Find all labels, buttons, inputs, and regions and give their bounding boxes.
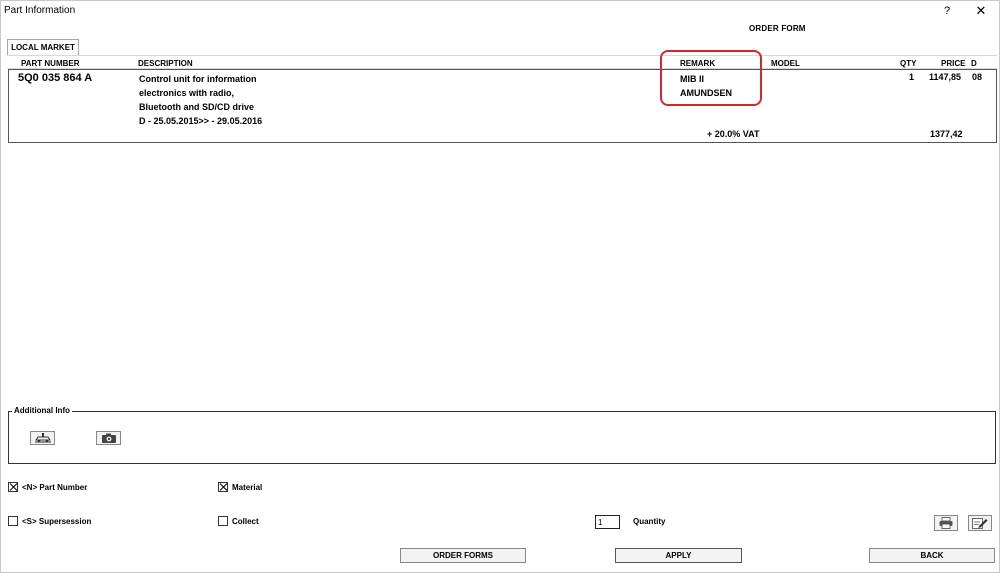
material-checkbox[interactable]	[218, 482, 228, 492]
collect-label: Collect	[232, 516, 259, 526]
vat-value: 1377,42	[930, 129, 963, 139]
description-line: electronics with radio,	[139, 88, 235, 98]
quantity-label: Quantity	[633, 517, 666, 526]
option-collect[interactable]: Collect	[218, 516, 259, 526]
supersession-label: <S> Supersession	[22, 516, 92, 526]
option-supersession[interactable]: <S> Supersession	[8, 516, 91, 526]
remark-highlight	[660, 50, 762, 106]
description-line: D - 25.05.2015>> - 29.05.2016	[139, 116, 263, 126]
option-material[interactable]: Material	[218, 482, 262, 492]
description-line: Bluetooth and SD/CD drive	[139, 102, 255, 112]
header-price: PRICE	[941, 59, 966, 68]
order-form-title: ORDER FORM	[749, 24, 806, 33]
grid-header: PART NUMBER DESCRIPTION REMARK MODEL QTY…	[7, 55, 997, 69]
parts-table-row[interactable]: 5Q0 035 864 A Control unit for informati…	[8, 69, 997, 143]
row-part-number: 5Q0 035 864 A	[18, 72, 93, 84]
print-button[interactable]	[934, 515, 958, 531]
description-line: Control unit for information	[139, 74, 257, 84]
back-button[interactable]: BACK	[869, 548, 995, 563]
edit-button[interactable]	[968, 515, 992, 531]
apply-button[interactable]: APPLY	[615, 548, 742, 563]
part-number-label: <N> Part Number	[22, 482, 88, 492]
header-model: MODEL	[771, 59, 800, 68]
camera-icon	[101, 433, 116, 443]
row-qty: 1	[909, 72, 915, 82]
edit-icon	[972, 518, 988, 529]
part-information-window: Part Information ? ✕ ORDER FORM LOCAL MA…	[0, 0, 1000, 573]
tab-local-market[interactable]: LOCAL MARKET	[7, 39, 79, 55]
additional-info-box	[8, 411, 996, 464]
header-d: D	[971, 59, 977, 68]
collect-checkbox[interactable]	[218, 516, 228, 526]
row-price: 1147,85	[929, 72, 962, 82]
vat-label: + 20.0% VAT	[707, 129, 760, 139]
close-button[interactable]: ✕	[964, 1, 998, 21]
order-forms-button[interactable]: ORDER FORMS	[400, 548, 526, 563]
title-bar: Part Information ? ✕	[1, 1, 999, 23]
row-description: Control unit for information electronics…	[139, 72, 262, 128]
quantity-input[interactable]	[595, 515, 620, 529]
option-part-number[interactable]: <N> Part Number	[8, 482, 87, 492]
part-number-checkbox[interactable]	[8, 482, 18, 492]
help-button[interactable]: ?	[930, 1, 964, 21]
material-label: Material	[232, 482, 263, 492]
header-part-number: PART NUMBER	[21, 59, 80, 68]
printer-icon	[939, 517, 953, 529]
header-description: DESCRIPTION	[138, 59, 193, 68]
window-title: Part Information	[4, 5, 76, 16]
row-d: 08	[972, 72, 983, 82]
header-qty: QTY	[900, 59, 917, 68]
additional-info-legend: Additional Info	[12, 406, 72, 415]
camera-button[interactable]	[96, 431, 121, 445]
vehicle-lift-icon	[34, 432, 51, 442]
vehicle-lift-button[interactable]	[30, 431, 55, 445]
supersession-checkbox[interactable]	[8, 516, 18, 526]
